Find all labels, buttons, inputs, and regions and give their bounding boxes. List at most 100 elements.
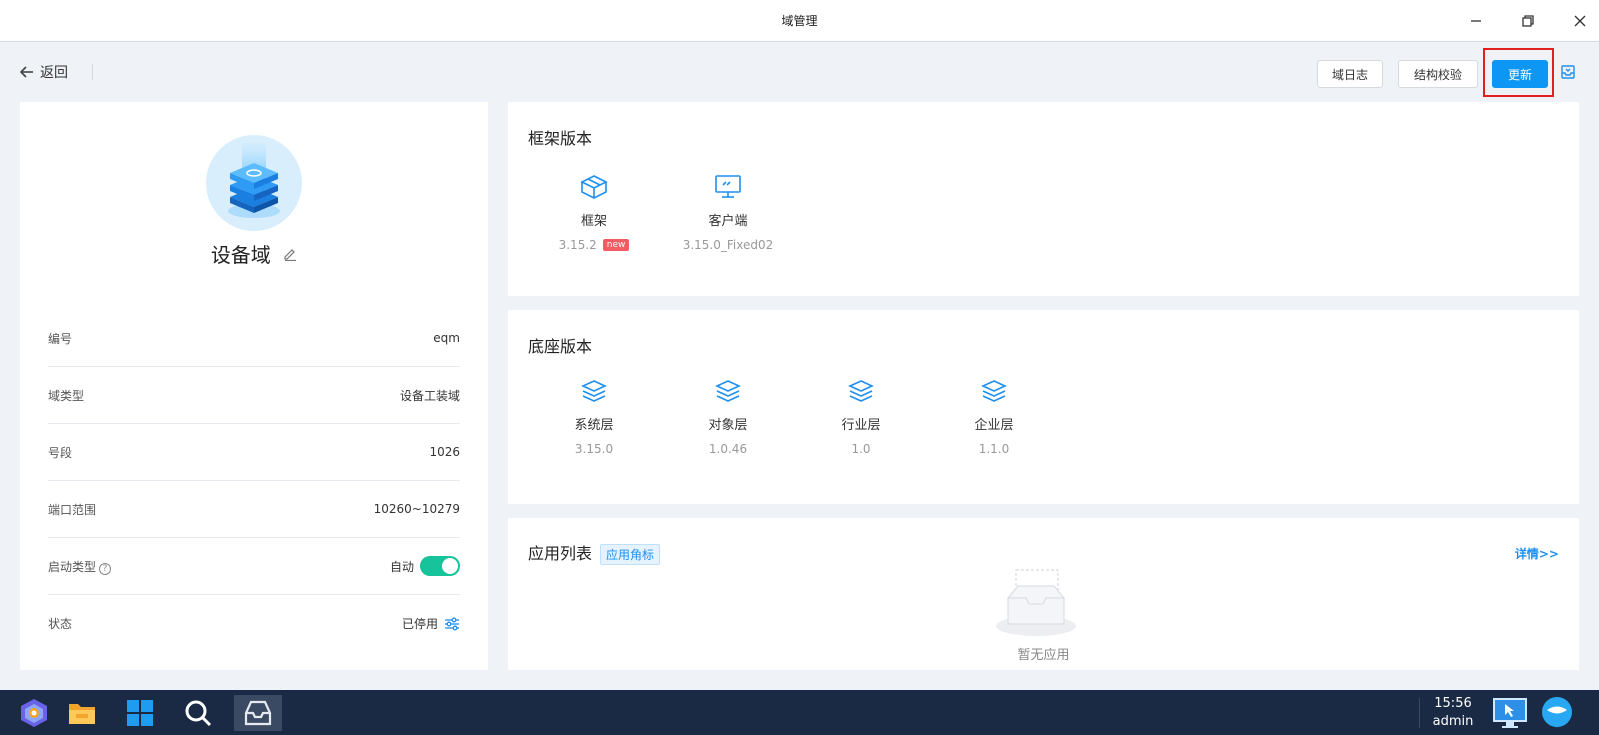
info-label: 启动类型 [48, 559, 97, 574]
info-label: 编号 [48, 331, 73, 346]
layers-icon [581, 380, 607, 402]
system-layer-item: 系统层 3.15.0 [534, 376, 654, 456]
info-value: 1026 [429, 445, 460, 459]
object-layer-item: 对象层 1.0.46 [668, 376, 788, 456]
server-stack-icon [228, 143, 280, 218]
clock-user: admin [1432, 714, 1474, 729]
enterprise-layer-item: 企业层 1.1.0 [934, 376, 1054, 456]
taskbar-separator [1419, 698, 1420, 728]
info-row-code: 编号 eqm [48, 310, 460, 367]
layer-version: 1.1.0 [978, 442, 1010, 456]
layer-name: 行业层 [841, 418, 881, 433]
version-text: 3.15.2 [558, 238, 597, 252]
info-row-status: 状态 已停用 [48, 595, 460, 652]
clock[interactable]: 15:56 admin [1423, 695, 1483, 731]
app-list-card: 应用列表 应用角标 详情>> 暂无应用 [508, 518, 1579, 670]
search-icon [185, 700, 212, 727]
info-value: eqm [433, 331, 460, 345]
title-bar: 域管理 [0, 0, 1599, 42]
framework-item: 框架 3.15.2 new [534, 172, 654, 252]
framework-version-card: 框架版本 框架 3.15.2 new 客户端 3.15.0_Fixed02 [508, 102, 1579, 296]
toolbar-divider [92, 64, 93, 80]
info-label: 号段 [48, 445, 73, 460]
layer-version: 1.0.46 [708, 442, 748, 456]
app-launcher-button[interactable] [12, 695, 56, 731]
domain-log-button[interactable]: 域日志 [1317, 60, 1383, 88]
edit-icon[interactable] [283, 247, 297, 261]
domain-avatar [206, 135, 302, 231]
inbox-app-button[interactable] [234, 695, 282, 731]
client-item: 客户端 3.15.0_Fixed02 [668, 172, 788, 252]
layer-name: 系统层 [574, 418, 614, 433]
windows-grid-icon [127, 700, 153, 726]
domain-info-card: 设备域 编号 eqm 域类型 设备工装域 号段 1026 端口范围 10260~… [20, 102, 488, 670]
cube-icon [580, 175, 608, 199]
framework-version: 3.15.2 new [534, 238, 654, 252]
file-manager-button[interactable] [60, 695, 104, 731]
layers-icon [848, 380, 874, 402]
start-type-value: 自动 [389, 559, 414, 574]
auto-start-toggle[interactable] [420, 556, 460, 576]
app-badge-tag[interactable]: 应用角标 [600, 544, 661, 565]
client-version: 3.15.0_Fixed02 [682, 238, 774, 252]
info-row-type: 域类型 设备工装域 [48, 367, 460, 424]
structure-check-button[interactable]: 结构校验 [1398, 60, 1478, 88]
layer-name: 企业层 [974, 418, 1014, 433]
minimize-icon [1471, 20, 1481, 22]
empty-box-icon [994, 568, 1078, 642]
domain-name-text: 设备域 [210, 243, 271, 267]
empty-text: 暂无应用 [1017, 648, 1070, 663]
info-value: 设备工装域 [399, 388, 460, 403]
chat-app-button[interactable] [1535, 695, 1579, 731]
info-label: 域类型 [48, 388, 85, 403]
start-menu-button[interactable] [118, 695, 162, 731]
layer-name: 对象层 [708, 418, 748, 433]
layer-version: 1.0 [851, 442, 871, 456]
layers-icon [715, 380, 741, 402]
status-value: 已停用 [401, 617, 438, 631]
info-row-start-type: 启动类型? 自动 [48, 538, 460, 595]
info-value-wrap: 已停用 [402, 615, 460, 632]
taskbar: 15:56 admin [0, 690, 1599, 735]
base-title: 底座版本 [528, 337, 593, 356]
back-button[interactable]: 返回 [20, 62, 68, 82]
info-value-wrap: 自动 [390, 556, 460, 576]
info-row-segment: 号段 1026 [48, 424, 460, 481]
monitor-cursor-icon [1493, 698, 1527, 728]
window-title: 域管理 [781, 14, 818, 28]
info-label: 状态 [48, 617, 73, 631]
info-label-wrap: 启动类型? [48, 558, 112, 575]
settings-sliders-icon[interactable] [444, 617, 460, 631]
tray-icon [244, 700, 272, 726]
search-button[interactable] [176, 695, 220, 731]
restore-button[interactable] [1514, 8, 1542, 34]
help-icon[interactable]: ? [99, 562, 112, 575]
info-label: 端口范围 [48, 502, 97, 517]
domain-info-list: 编号 eqm 域类型 设备工装域 号段 1026 端口范围 10260~1027… [48, 310, 460, 652]
folder-icon [69, 704, 95, 724]
framework-name: 框架 [580, 214, 607, 229]
detail-link[interactable]: 详情>> [1515, 545, 1559, 562]
app-list-header: 应用列表 应用角标 [528, 540, 661, 565]
new-badge: new [602, 239, 630, 251]
chat-bubble-icon [1542, 697, 1572, 728]
inbox-icon[interactable] [1561, 65, 1575, 83]
info-row-port-range: 端口范围 10260~10279 [48, 481, 460, 538]
arrow-left-icon [20, 66, 33, 78]
app-logo-icon [21, 699, 47, 727]
highlight-box [1483, 48, 1554, 97]
client-name: 客户端 [708, 214, 748, 229]
monitor-icon [715, 175, 741, 198]
base-version-card: 底座版本 系统层 3.15.0 对象层 1.0.46 行业层 1.0 企业层 1… [508, 310, 1579, 504]
info-value: 10260~10279 [373, 502, 460, 516]
framework-title: 框架版本 [528, 129, 593, 148]
minimize-button[interactable] [1462, 8, 1490, 34]
domain-name: 设备域 [20, 239, 488, 268]
layers-icon [981, 380, 1007, 402]
app-list-title: 应用列表 [528, 544, 593, 563]
remote-desktop-button[interactable] [1488, 695, 1532, 731]
back-label: 返回 [40, 65, 68, 81]
close-icon [1574, 15, 1586, 27]
industry-layer-item: 行业层 1.0 [801, 376, 921, 456]
close-button[interactable] [1566, 8, 1594, 34]
